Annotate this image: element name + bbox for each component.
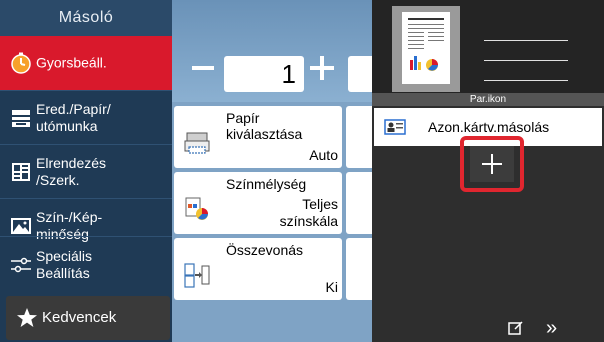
image-quality-icon (11, 217, 31, 234)
preview-page (402, 12, 450, 84)
copies-bar: 1 (172, 0, 378, 102)
sidebar: Másoló Gyorsbeáll. Ered./Papír/ utómunka (0, 0, 172, 342)
tile-value: Ki (325, 279, 338, 295)
tile-color-mode[interactable]: Színmélység Teljes színskála (174, 172, 342, 234)
tile-title: Összevonás (226, 242, 304, 258)
favorites-label: Kedvencek (42, 309, 117, 326)
favorites-button[interactable]: Kedvencek (6, 296, 170, 340)
edit-icon[interactable] (508, 320, 524, 336)
paper-tray-icon (184, 132, 210, 154)
preview-area (372, 0, 604, 93)
tile-value: Teljes színskála (279, 196, 338, 229)
preview-line (484, 40, 568, 41)
sidebar-item-label: Speciális Beállítás (36, 247, 93, 281)
add-function-button[interactable] (460, 136, 524, 192)
preview-page-content (408, 18, 444, 71)
tile-combine[interactable]: Összevonás Ki (174, 238, 342, 300)
plus-icon (470, 146, 514, 182)
tile-partial[interactable] (346, 106, 372, 168)
preview-bar-label: Par.ikon (372, 93, 604, 106)
color-mode-icon (185, 197, 208, 220)
sidebar-item-specialis[interactable]: Speciális Beállítás (0, 236, 172, 292)
main-area: 1 Papír kiválasztása Auto Színmélység Te… (172, 0, 378, 342)
tile-value: Auto (309, 147, 338, 163)
advanced-settings-icon (11, 257, 31, 272)
stopwatch-icon (11, 52, 31, 74)
sidebar-item-ered-papir[interactable]: Ered./Papír/ utómunka (0, 90, 172, 144)
decrease-copies-button[interactable] (192, 66, 214, 70)
copier-screen: Másoló Gyorsbeáll. Ered./Papír/ utómunka (0, 0, 604, 342)
star-icon (17, 308, 37, 327)
layout-icon (12, 162, 30, 181)
increase-copies-button[interactable] (310, 56, 334, 80)
document-preview-thumbnail[interactable] (392, 6, 460, 92)
tile-title: Papír kiválasztása (226, 110, 303, 142)
list-item-label: Azon.kártv.másolás (428, 119, 550, 135)
id-card-icon (384, 119, 406, 135)
preview-line (484, 80, 568, 81)
right-panel: Par.ikon Azon.kártv.másolás » (372, 0, 604, 342)
copies-input[interactable]: 1 (224, 56, 304, 92)
sidebar-item-gyorsbeall[interactable]: Gyorsbeáll. (0, 36, 172, 90)
sidebar-item-elrendezes[interactable]: Elrendezés /Szerk. (0, 144, 172, 198)
sidebar-title: Másoló (0, 0, 172, 36)
paper-output-icon (12, 109, 30, 127)
next-page-button[interactable]: » (546, 318, 557, 338)
sidebar-item-label: Ered./Papír/ utómunka (36, 100, 111, 134)
tile-title: Színmélység (226, 176, 307, 192)
tile-paper-selection[interactable]: Papír kiválasztása Auto (174, 106, 342, 168)
sidebar-item-label: Elrendezés /Szerk. (36, 154, 107, 188)
tile-partial[interactable] (346, 172, 372, 234)
sidebar-item-label: Gyorsbeáll. (36, 54, 107, 71)
preview-line (484, 60, 568, 61)
combine-icon (184, 263, 210, 288)
tile-partial[interactable] (346, 238, 372, 300)
